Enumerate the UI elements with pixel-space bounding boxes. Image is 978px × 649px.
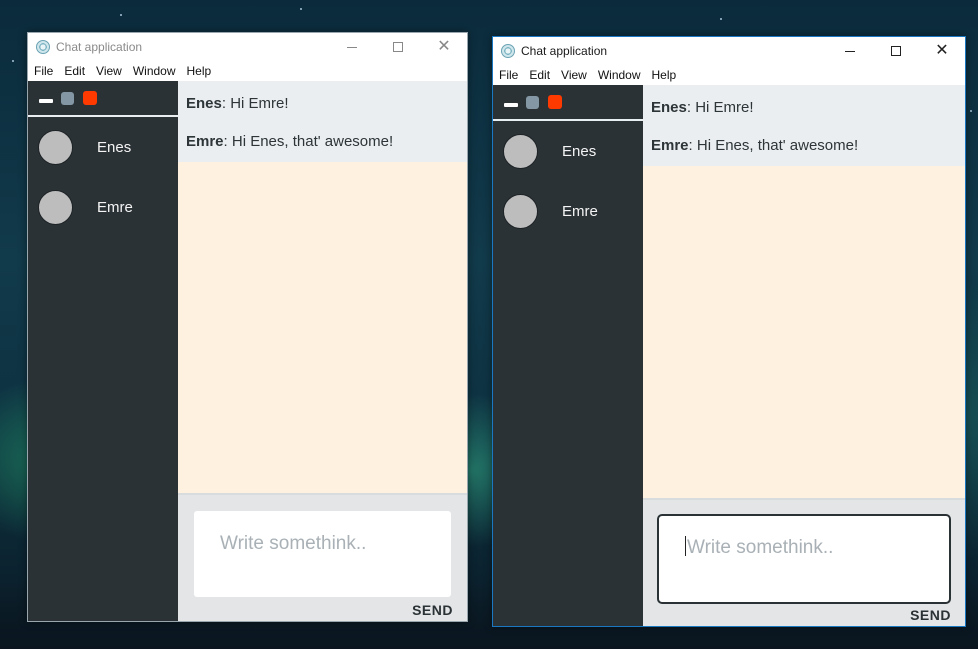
menu-window[interactable]: Window bbox=[133, 64, 182, 78]
input-placeholder: Write somethink.. bbox=[687, 537, 834, 558]
chat-area bbox=[643, 166, 965, 498]
app-body: Enes Emre Enes: Hi Emre! Emre: Hi Enes, … bbox=[28, 81, 467, 621]
message-list: Enes: Hi Emre! Emre: Hi Enes, that' awes… bbox=[178, 81, 467, 162]
message-text: : Hi Emre! bbox=[221, 94, 289, 112]
menu-view[interactable]: View bbox=[96, 64, 128, 78]
message-item: Emre: Hi Enes, that' awesome! bbox=[186, 122, 459, 160]
menu-help[interactable]: Help bbox=[652, 68, 683, 82]
maximize-app-button[interactable] bbox=[526, 95, 539, 109]
menu-bar: File Edit View Window Help bbox=[493, 65, 965, 85]
minimize-button[interactable] bbox=[329, 33, 375, 61]
contact-item-emre[interactable]: Emre bbox=[493, 181, 643, 241]
message-text: : Hi Emre! bbox=[686, 98, 754, 116]
contact-item-emre[interactable]: Emre bbox=[28, 177, 178, 237]
composer: Write somethink.. SEND bbox=[178, 493, 467, 621]
contact-item-enes[interactable]: Enes bbox=[28, 117, 178, 177]
contacts-sidebar: Enes Emre bbox=[28, 81, 178, 621]
close-app-button[interactable] bbox=[548, 95, 562, 109]
chat-main: Enes: Hi Emre! Emre: Hi Enes, that' awes… bbox=[178, 81, 467, 621]
app-body: Enes Emre Enes: Hi Emre! Emre: Hi Enes, … bbox=[493, 85, 965, 626]
window-title: Chat application bbox=[56, 40, 143, 54]
sidebar-toolbar bbox=[28, 81, 178, 117]
window-title: Chat application bbox=[521, 44, 608, 58]
contact-name: Enes bbox=[97, 138, 132, 156]
maximize-icon bbox=[891, 46, 901, 56]
menu-help[interactable]: Help bbox=[187, 64, 218, 78]
desktop-star bbox=[12, 60, 14, 62]
text-caret bbox=[685, 536, 686, 556]
avatar bbox=[38, 189, 73, 225]
menu-view[interactable]: View bbox=[561, 68, 593, 82]
menu-edit[interactable]: Edit bbox=[64, 64, 91, 78]
message-sender: Emre bbox=[651, 136, 689, 154]
avatar bbox=[503, 193, 538, 229]
send-button[interactable]: SEND bbox=[910, 607, 951, 623]
message-item: Enes: Hi Emre! bbox=[186, 84, 459, 122]
contact-item-enes[interactable]: Enes bbox=[493, 121, 643, 181]
desktop-star bbox=[970, 110, 972, 112]
maximize-app-button[interactable] bbox=[61, 91, 74, 105]
close-icon: ✕ bbox=[935, 42, 949, 59]
chat-window-right: Chat application ✕ File Edit View Window… bbox=[492, 36, 966, 627]
contact-name: Enes bbox=[562, 142, 597, 160]
avatar bbox=[503, 133, 538, 169]
menu-file[interactable]: File bbox=[34, 64, 59, 78]
avatar bbox=[38, 129, 73, 165]
menu-bar: File Edit View Window Help bbox=[28, 61, 467, 81]
close-app-button[interactable] bbox=[83, 91, 97, 105]
contact-name: Emre bbox=[97, 198, 133, 216]
composer: Write somethink.. SEND bbox=[643, 498, 965, 626]
menu-edit[interactable]: Edit bbox=[529, 68, 556, 82]
message-list: Enes: Hi Emre! Emre: Hi Enes, that' awes… bbox=[643, 85, 965, 166]
message-text: : Hi Enes, that' awesome! bbox=[223, 132, 394, 150]
desktop-star bbox=[120, 14, 122, 16]
minimize-app-button[interactable] bbox=[504, 103, 518, 107]
menu-window[interactable]: Window bbox=[598, 68, 647, 82]
message-item: Enes: Hi Emre! bbox=[651, 88, 957, 126]
minimize-icon bbox=[845, 50, 855, 52]
app-icon bbox=[36, 40, 50, 54]
menu-file[interactable]: File bbox=[499, 68, 524, 82]
message-item: Emre: Hi Enes, that' awesome! bbox=[651, 126, 957, 164]
minimize-icon bbox=[347, 46, 357, 48]
maximize-icon bbox=[393, 42, 403, 52]
title-bar[interactable]: Chat application ✕ bbox=[28, 33, 467, 61]
contacts-sidebar: Enes Emre bbox=[493, 85, 643, 626]
minimize-app-button[interactable] bbox=[39, 99, 53, 103]
message-text: : Hi Enes, that' awesome! bbox=[688, 136, 859, 154]
message-input[interactable]: Write somethink.. bbox=[657, 514, 951, 604]
close-button[interactable]: ✕ bbox=[919, 37, 965, 65]
contact-name: Emre bbox=[562, 202, 598, 220]
desktop-star bbox=[300, 8, 302, 10]
close-icon: ✕ bbox=[437, 38, 451, 55]
maximize-button[interactable] bbox=[375, 33, 421, 61]
close-button[interactable]: ✕ bbox=[421, 33, 467, 61]
input-placeholder: Write somethink.. bbox=[220, 533, 367, 554]
send-button[interactable]: SEND bbox=[412, 602, 453, 618]
message-input[interactable]: Write somethink.. bbox=[194, 511, 451, 597]
chat-window-left: Chat application ✕ File Edit View Window… bbox=[27, 32, 468, 622]
chat-area bbox=[178, 162, 467, 493]
message-sender: Enes bbox=[186, 94, 222, 112]
title-bar[interactable]: Chat application ✕ bbox=[493, 37, 965, 65]
chat-main: Enes: Hi Emre! Emre: Hi Enes, that' awes… bbox=[643, 85, 965, 626]
maximize-button[interactable] bbox=[873, 37, 919, 65]
sidebar-toolbar bbox=[493, 85, 643, 121]
app-icon bbox=[501, 44, 515, 58]
message-sender: Enes bbox=[651, 98, 687, 116]
minimize-button[interactable] bbox=[827, 37, 873, 65]
message-sender: Emre bbox=[186, 132, 224, 150]
desktop-star bbox=[720, 18, 722, 20]
